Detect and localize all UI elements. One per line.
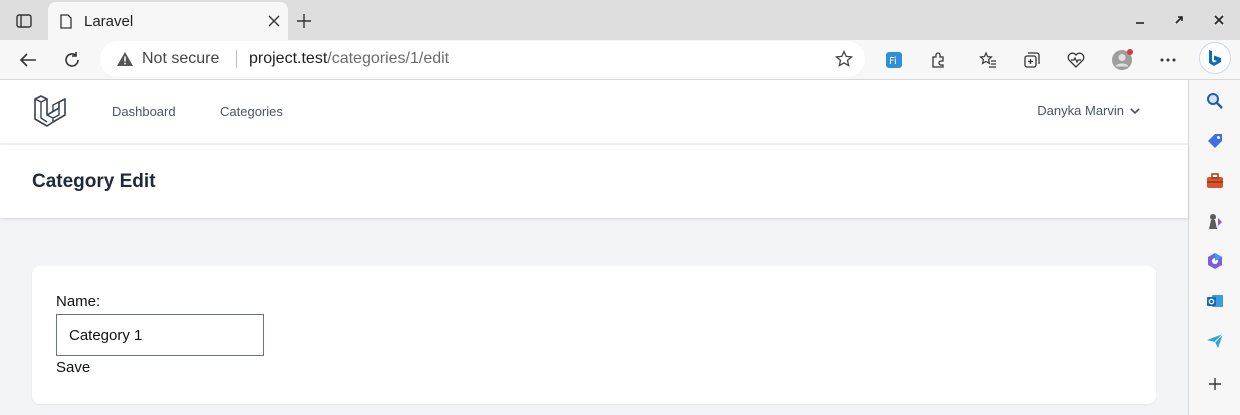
url-text[interactable]: project.test/categories/1/edit bbox=[249, 50, 449, 68]
page-header: Category Edit bbox=[0, 145, 1188, 218]
web-page: Dashboard Categories Danyka Marvin Categ… bbox=[0, 80, 1188, 415]
chevron-down-icon bbox=[1130, 103, 1140, 118]
copilot-bing-icon[interactable] bbox=[1199, 42, 1231, 74]
minimize-icon[interactable] bbox=[1132, 12, 1148, 28]
address-bar[interactable]: Not secure project.test/categories/1/edi… bbox=[100, 41, 865, 77]
games-chess-icon[interactable] bbox=[1204, 210, 1226, 232]
back-icon[interactable] bbox=[16, 48, 40, 72]
browser-tab[interactable]: Laravel bbox=[48, 2, 288, 40]
refresh-icon[interactable] bbox=[60, 48, 84, 72]
extensions-puzzle-icon[interactable] bbox=[926, 48, 950, 72]
app-navigation: Dashboard Categories Danyka Marvin bbox=[0, 80, 1188, 144]
send-feedback-plane-icon[interactable] bbox=[1204, 330, 1226, 352]
microsoft-365-icon[interactable] bbox=[1204, 250, 1226, 272]
extension-fi-icon[interactable]: Fi bbox=[882, 48, 906, 72]
save-button[interactable]: Save bbox=[56, 359, 90, 376]
svg-text:Fi: Fi bbox=[889, 56, 897, 67]
url-divider bbox=[236, 50, 237, 68]
tab-strip: Laravel bbox=[0, 0, 1240, 40]
security-label[interactable]: Not secure bbox=[142, 50, 219, 68]
favorites-icon[interactable] bbox=[976, 48, 1000, 72]
more-options-icon[interactable] bbox=[1156, 48, 1180, 72]
user-name: Danyka Marvin bbox=[1037, 103, 1124, 118]
browser-essentials-icon[interactable] bbox=[1064, 48, 1088, 72]
warning-icon[interactable] bbox=[116, 51, 134, 72]
url-path: /categories/1/edit bbox=[327, 50, 450, 67]
page-title: Category Edit bbox=[32, 171, 156, 192]
url-host: project.test bbox=[249, 50, 328, 67]
browser-sidebar bbox=[1188, 80, 1240, 415]
nav-link-categories[interactable]: Categories bbox=[220, 104, 283, 119]
collections-icon[interactable] bbox=[1020, 48, 1044, 72]
profile-avatar-icon[interactable] bbox=[1110, 48, 1134, 72]
tools-toolbox-icon[interactable] bbox=[1204, 170, 1226, 192]
restore-icon[interactable] bbox=[1171, 12, 1187, 28]
page-icon bbox=[60, 14, 72, 34]
shopping-tag-icon[interactable] bbox=[1204, 130, 1226, 152]
add-sidebar-app-icon[interactable] bbox=[1204, 373, 1226, 395]
search-icon[interactable] bbox=[1204, 90, 1226, 112]
tab-actions-icon[interactable] bbox=[12, 10, 36, 32]
close-tab-icon[interactable] bbox=[268, 14, 280, 32]
name-label: Name: bbox=[56, 293, 101, 310]
favorite-star-icon[interactable] bbox=[834, 49, 854, 73]
edit-form-card: Name: Save bbox=[32, 266, 1156, 404]
outlook-icon[interactable] bbox=[1204, 290, 1226, 312]
tab-title: Laravel bbox=[84, 13, 134, 30]
address-toolbar: Not secure project.test/categories/1/edi… bbox=[0, 40, 1240, 80]
new-tab-icon[interactable] bbox=[292, 10, 316, 32]
name-input[interactable] bbox=[56, 314, 264, 356]
nav-link-dashboard[interactable]: Dashboard bbox=[112, 104, 176, 119]
close-window-icon[interactable] bbox=[1211, 12, 1227, 28]
laravel-logo-icon[interactable] bbox=[33, 94, 67, 133]
user-menu[interactable]: Danyka Marvin bbox=[1037, 103, 1140, 118]
